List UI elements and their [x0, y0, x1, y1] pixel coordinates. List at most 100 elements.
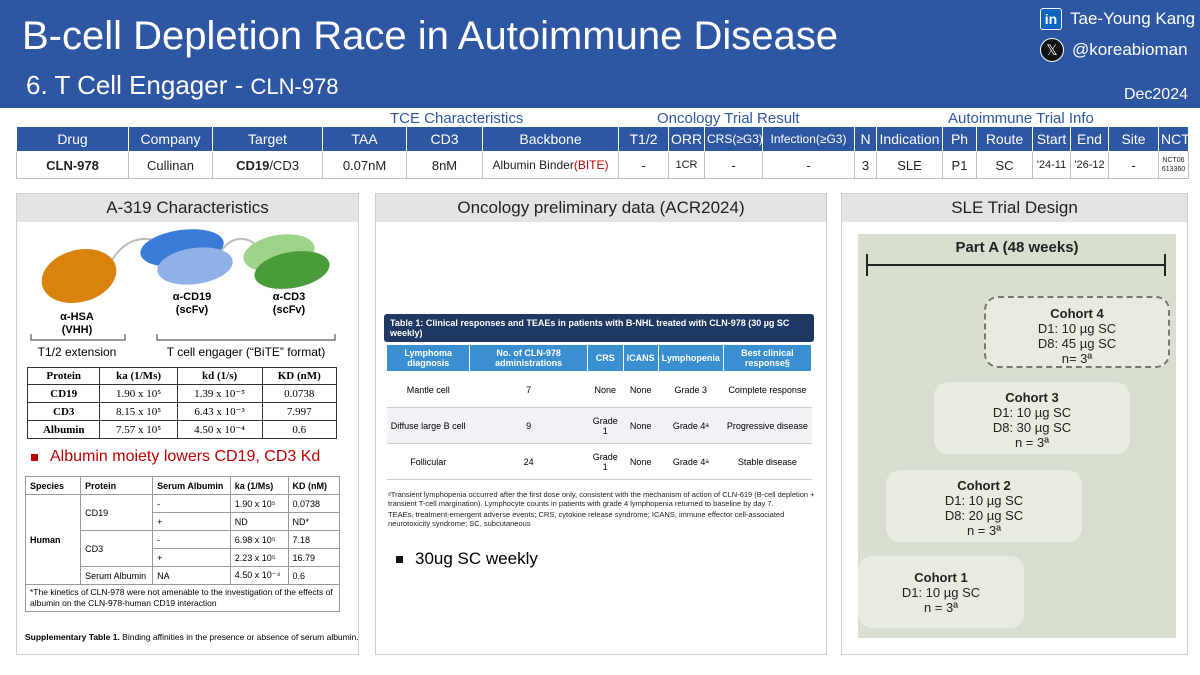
table-header-row: Drug Company Target TAA CD3 Backbone T1/…	[16, 126, 1190, 152]
oncology-footnote: ᵃTransient lymphopenia occurred after th…	[388, 490, 815, 508]
date-label: Dec2024	[1123, 86, 1188, 103]
col-header: End	[1070, 126, 1109, 152]
col-header: NCT	[1158, 126, 1190, 152]
diagram-label-cd3-format: (scFv)	[273, 304, 306, 316]
supp-protein: CD3	[80, 530, 154, 567]
cohort-dose: D8: 30 µg SC	[992, 420, 1072, 435]
panel-title: Oncology preliminary data (ACR2024)	[376, 194, 826, 222]
onc-cell: Diffuse large B cell	[386, 407, 470, 444]
linkedin-link[interactable]: in Tae-Young Kang	[1040, 8, 1195, 30]
panel-a319: A-319 Characteristics α-HSA (VHH) α-CD19…	[16, 193, 359, 655]
supp-caption-bold: Supplementary Table 1.	[25, 632, 120, 642]
supp-cell: 4.50 x 10⁻⁴	[229, 566, 289, 585]
author-name: Tae-Young Kang	[1070, 9, 1196, 28]
col-header: Company	[128, 126, 213, 152]
col-header: Backbone	[482, 126, 619, 152]
category-tce: TCE Characteristics	[390, 110, 524, 127]
cohort-1: Cohort 1 D1: 10 µg SC n = 3ª	[858, 556, 1024, 628]
drug-summary-table: Drug Company Target TAA CD3 Backbone T1/…	[16, 126, 1190, 179]
cell-taa: 0.07nM	[322, 151, 407, 179]
cohort-dose: D1: 10 µg SC	[1037, 321, 1117, 336]
onc-cell: Grade 4ᵃ	[658, 407, 724, 444]
oncology-table: Lymphoma diagnosis No. of CLN-978 adminis…	[385, 344, 813, 480]
onc-cell: Follicular	[386, 443, 470, 480]
albumin-bullet: Albumin moiety lowers CD19, CD3 Kd	[31, 448, 320, 466]
cohort-name: Cohort 1	[914, 570, 968, 585]
cohort-n: n = 3ª	[966, 523, 1002, 538]
cohort-dose: D1: 10 µg SC	[901, 585, 981, 600]
kin-cell: 1.39 x 10⁻⁵	[176, 384, 263, 403]
supp-cell: 7.18	[287, 530, 341, 549]
part-a-label: Part A (48 weeks)	[955, 239, 1079, 256]
onc-cell: Grade 1	[587, 407, 624, 444]
supp-protein: CD19	[80, 494, 154, 531]
cell-crs: -	[704, 151, 763, 179]
diagram-label-cd19: α-CD19	[173, 291, 212, 303]
cell-backbone: Albumin Binder(BITE)	[482, 151, 619, 179]
kin-cell: 7.997	[261, 402, 338, 421]
cell-target: CD19/CD3	[212, 151, 323, 179]
page-subtitle: 6. T Cell Engager - CLN-978	[26, 70, 339, 101]
backbone-text: Albumin Binder	[492, 158, 574, 172]
panel-title: A-319 Characteristics	[17, 194, 358, 222]
cell-site: -	[1108, 151, 1159, 179]
kin-cell: 8.15 x 10⁵	[99, 402, 178, 421]
table-row: Mantle cell 7 None None Grade 3 Complete resp…	[386, 371, 812, 408]
category-autoimmune: Autoimmune Trial Info	[948, 110, 1094, 127]
cell-end: '26-12	[1070, 151, 1109, 179]
table-row: Follicular 24 Grade 1 None Grade 4ᵃ Stable di…	[386, 443, 812, 480]
albumin-bullet-text: Albumin moiety lowers CD19, CD3 Kd	[50, 448, 321, 465]
col-header: ORR	[668, 126, 705, 152]
diagram-label-engager: T cell engager (“BiTE” format)	[167, 345, 326, 359]
col-header: T1/2	[618, 126, 669, 152]
onc-header: ICANS	[622, 344, 659, 372]
author-handle: @koreabioman	[1072, 40, 1188, 59]
cell-start: '24-11	[1032, 151, 1071, 179]
supp-caption-text: Binding affinities in the presence or ab…	[119, 632, 359, 642]
backbone-bite: (BITE)	[573, 158, 609, 172]
supp-species: Human	[24, 494, 82, 585]
kinetics-table: Protein ka (1/Ms) kd (1/s) KD (nM) CD19 1.90…	[26, 367, 338, 439]
dose-bullet: 30ug SC weekly	[396, 549, 538, 569]
col-header: Indication	[876, 126, 943, 152]
cell-indication: SLE	[876, 151, 943, 179]
oncology-table-title: Table 1: Clinical responses and TEAEs in…	[384, 314, 814, 342]
col-header: CD3	[406, 126, 483, 152]
supp-cell: +	[152, 548, 231, 567]
diagram-label-hsa-format: (VHH)	[62, 324, 93, 336]
category-oncology: Oncology Trial Result	[657, 110, 800, 127]
col-header: TAA	[322, 126, 407, 152]
kin-cell: Albumin	[26, 420, 101, 439]
cell-orr: 1CR	[668, 151, 705, 179]
panel-sle-design: SLE Trial Design Part A (48 weeks) Cohor…	[841, 193, 1188, 655]
supp-header: Species	[24, 476, 82, 495]
diagram-label-cd19-format: (scFv)	[176, 304, 209, 316]
bullet-icon	[396, 555, 403, 563]
cell-phase: P1	[942, 151, 977, 179]
target-bold: CD19	[236, 157, 270, 173]
supp-cell: 0.6	[287, 566, 341, 585]
supp-header: Protein	[80, 476, 154, 495]
table-row: Diffuse large B cell 9 Grade 1 None Grade 4ᵃ…	[386, 407, 812, 444]
onc-cell: Grade 3	[658, 371, 724, 408]
x-logo-icon: 𝕏	[1040, 38, 1064, 62]
supp-cell: +	[152, 512, 231, 531]
kin-cell: 0.6	[261, 420, 338, 439]
onc-cell: Mantle cell	[386, 371, 470, 408]
cell-t12: -	[618, 151, 669, 179]
cohort-dose: D1: 10 µg SC	[992, 405, 1072, 420]
cohort-2: Cohort 2 D1: 10 µg SC D8: 20 µg SC n = 3ª	[886, 470, 1082, 542]
timeline-end	[1164, 254, 1166, 276]
kin-cell: 1.90 x 10⁵	[99, 384, 178, 403]
cohort-name: Cohort 3	[1005, 390, 1059, 405]
supp-header: Serum Albumin	[152, 476, 231, 495]
trial-design-figure: Part A (48 weeks) Cohort 4 D1: 10 µg SC D8…	[858, 234, 1176, 638]
supp-header: ka (1/Ms)	[229, 476, 289, 495]
supp-cell: ND*	[287, 512, 341, 531]
col-header: N	[854, 126, 877, 152]
col-header: Target	[212, 126, 323, 152]
supp-cell: -	[152, 494, 231, 513]
kin-cell: 6.43 x 10⁻³	[176, 402, 263, 421]
supp-cell: 16.79	[287, 548, 341, 567]
x-link[interactable]: 𝕏 @koreabioman	[1040, 38, 1188, 62]
